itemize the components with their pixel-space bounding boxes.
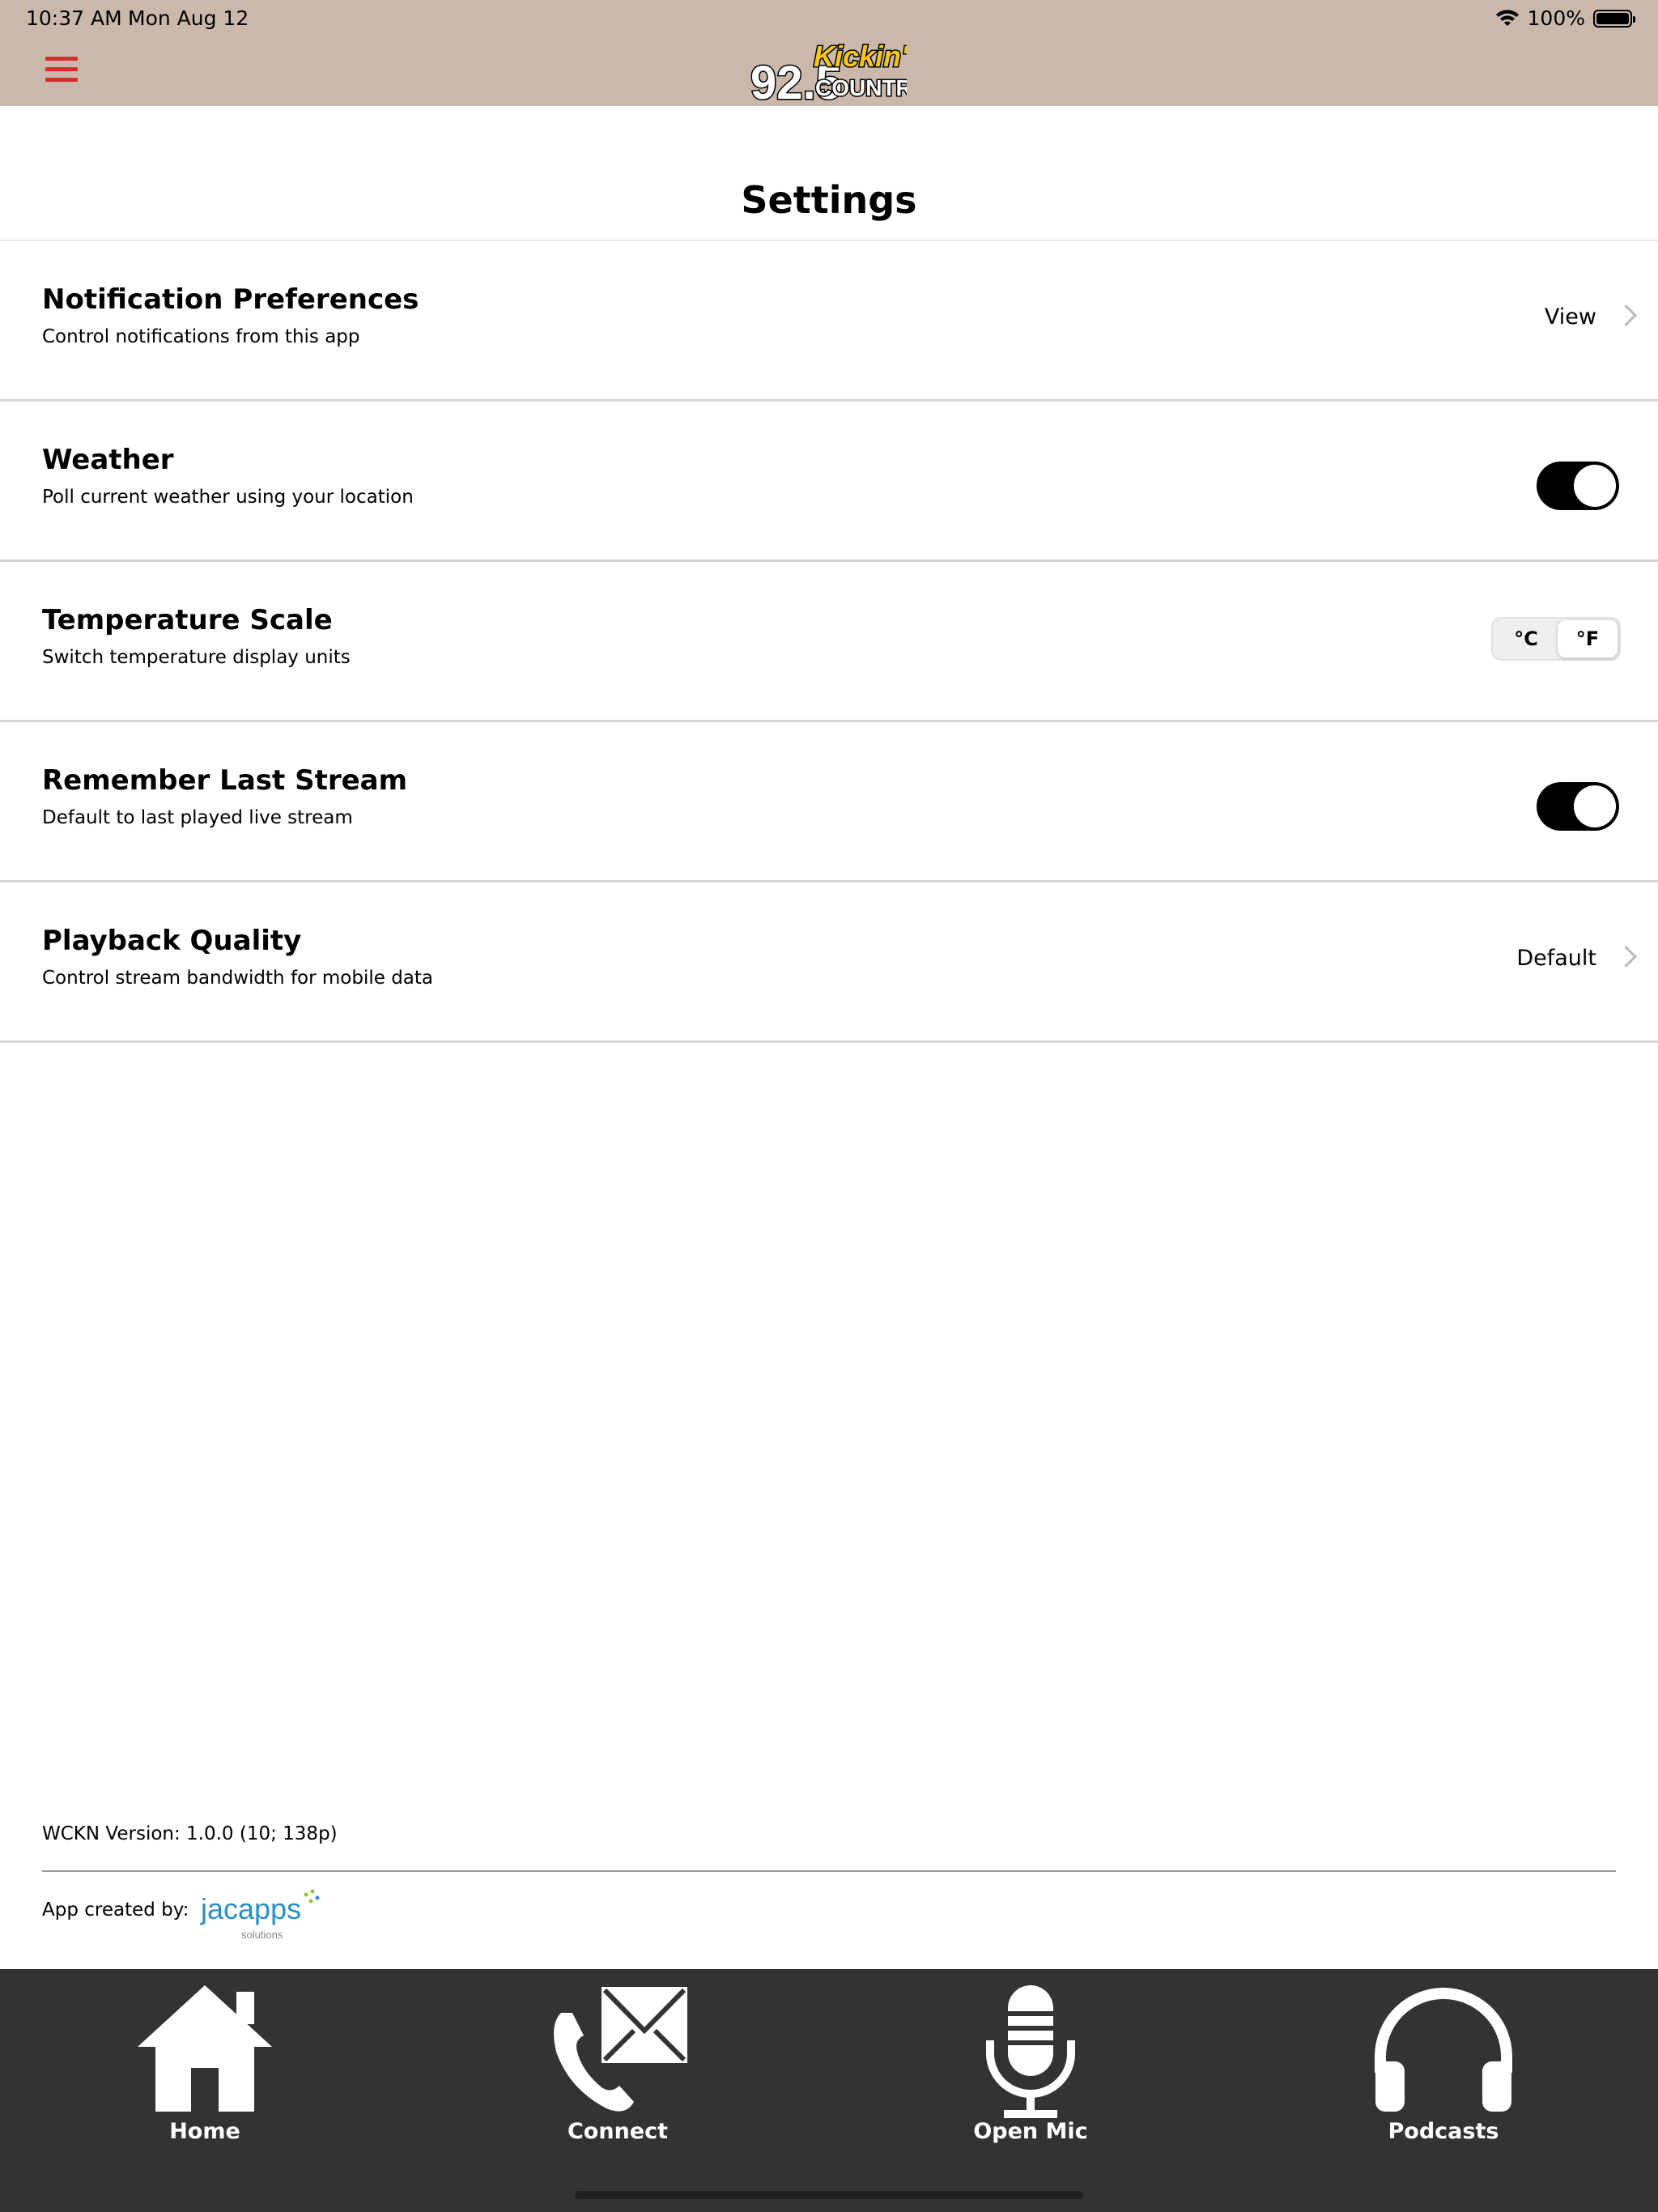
tab-open-mic[interactable]: Open Mic [909,1969,1152,2155]
headphones-icon [1375,1988,1512,2112]
fahrenheit-option[interactable]: °F [1558,620,1618,657]
status-date: Mon Aug 12 [128,6,249,30]
setting-value: Default [1516,946,1596,971]
setting-notification-preferences[interactable]: Notification Preferences Control notific… [0,241,1658,402]
setting-title: Temperature Scale [42,604,333,636]
setting-weather: Weather Poll current weather using your … [0,402,1658,562]
setting-subtitle: Default to last played live stream [42,807,353,828]
battery-percent: 100% [1527,6,1585,30]
phone-mail-icon [554,1987,687,2112]
svg-text:solutions: solutions [241,1929,283,1941]
tab-label: Connect [567,2119,669,2144]
home-icon [138,1985,272,2112]
tab-home[interactable]: Home [83,1969,326,2155]
tab-label: Home [169,2119,240,2144]
setting-title: Playback Quality [42,925,302,957]
station-logo: 92.5 Kickin' COUNTRY [750,39,908,103]
tab-podcasts[interactable]: Podcasts [1322,1969,1565,2155]
divider [42,1870,1616,1872]
app-header: 10:37 AM Mon Aug 12 100% 92.5 Kickin' CO… [0,0,1658,106]
setting-title: Remember Last Stream [42,764,408,797]
svg-text:COUNTRY: COUNTRY [815,75,907,100]
status-time: 10:37 AM [26,6,122,30]
created-by-label: App created by: [42,1899,189,1921]
setting-title: Notification Preferences [42,283,419,316]
weather-toggle[interactable] [1537,462,1619,510]
tab-label: Podcasts [1388,2119,1499,2144]
status-indicators: 100% [1495,6,1635,30]
jacapps-logo[interactable]: jacapps solutions [199,1885,321,1943]
tab-label: Open Mic [973,2119,1088,2144]
celsius-option[interactable]: °C [1496,620,1556,657]
setting-temperature-scale: Temperature Scale Switch temperature dis… [0,562,1658,722]
svg-text:jacapps: jacapps [200,1892,301,1925]
remember-stream-toggle[interactable] [1537,782,1619,831]
version-label: WCKN Version: 1.0.0 (10; 138p) [42,1823,338,1844]
setting-value: View [1544,304,1596,330]
bottom-tab-bar: Home Connect Open Mic Podcasts [0,1969,1658,2212]
setting-subtitle: Poll current weather using your location [42,487,414,508]
page-title: Settings [741,178,917,222]
setting-remember-last-stream: Remember Last Stream Default to last pla… [0,722,1658,883]
setting-subtitle: Control stream bandwidth for mobile data [42,968,433,989]
tab-connect[interactable]: Connect [496,1969,739,2155]
setting-subtitle: Control notifications from this app [42,326,360,347]
microphone-icon [986,1985,1075,2118]
chevron-right-icon [1615,304,1637,326]
chevron-right-icon [1615,946,1637,968]
battery-icon [1593,9,1635,28]
wifi-icon [1495,9,1519,26]
home-indicator[interactable] [575,2191,1083,2199]
setting-subtitle: Switch temperature display units [42,647,351,668]
svg-text:Kickin': Kickin' [814,40,907,73]
hamburger-menu-icon[interactable] [45,57,78,83]
temperature-scale-control: °C °F [1491,617,1621,661]
setting-title: Weather [42,444,174,476]
setting-playback-quality[interactable]: Playback Quality Control stream bandwidt… [0,883,1658,1043]
